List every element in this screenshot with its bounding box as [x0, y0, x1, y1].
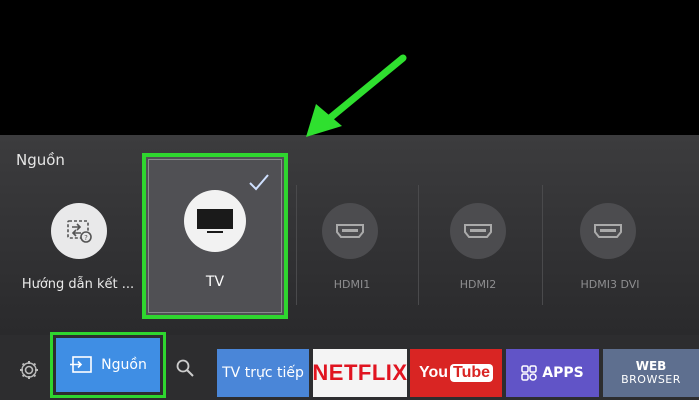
source-label: HDMI1 — [333, 278, 371, 291]
search-button[interactable] — [170, 353, 200, 383]
app-tile-apps[interactable]: APPS — [506, 349, 599, 397]
source-item-hdmi1[interactable]: HDMI1 — [296, 135, 408, 335]
app-label-line1: WEB — [635, 359, 667, 373]
tv-screen-background — [0, 0, 699, 135]
youtube-logo: You Tube — [418, 364, 494, 382]
source-item-tv[interactable]: TV — [142, 153, 288, 319]
app-tile-live-tv[interactable]: TV trực tiếp — [217, 349, 309, 397]
divider — [418, 185, 419, 305]
source-item-connection-guide[interactable]: ? Hướng dẫn kết ... — [14, 135, 142, 335]
hdmi-icon — [580, 203, 636, 259]
settings-button[interactable] — [12, 353, 46, 387]
app-tile-netflix[interactable]: NETFLIX — [312, 349, 408, 397]
source-item-hdmi3-dvi[interactable]: HDMI3 DVI — [550, 135, 670, 335]
source-input-icon — [70, 356, 92, 373]
gear-icon — [20, 361, 38, 379]
app-label: APPS — [542, 365, 584, 381]
netflix-logo: NETFLIX — [312, 360, 408, 385]
app-tile-youtube[interactable]: You Tube — [410, 349, 502, 397]
checkmark-icon — [249, 174, 269, 191]
tv-icon — [184, 190, 246, 252]
source-button-label: Nguồn — [101, 357, 147, 373]
source-button-fill: Nguồn — [56, 338, 160, 392]
source-panel: Nguồn ? Hướng dẫn kết ... HDMI1 HDMI2 HD… — [0, 135, 699, 335]
youtube-logo-you: You — [418, 364, 448, 381]
source-label: Hướng dẫn kết ... — [21, 277, 135, 292]
app-label-line2: BROWSER — [621, 373, 681, 386]
source-label: TV — [205, 274, 225, 290]
hdmi-icon — [322, 203, 378, 259]
divider — [542, 185, 543, 305]
apps-icon — [521, 365, 538, 381]
app-label: TV trực tiếp — [222, 365, 304, 381]
source-item-hdmi2[interactable]: HDMI2 — [420, 135, 536, 335]
source-button[interactable]: Nguồn — [50, 332, 166, 398]
source-label: HDMI2 — [459, 278, 497, 291]
search-icon — [176, 359, 194, 377]
connection-guide-icon: ? — [51, 203, 107, 259]
youtube-logo-tube: Tube — [450, 364, 494, 382]
source-label: HDMI3 DVI — [580, 278, 640, 291]
app-tile-web-browser[interactable]: WEB BROWSER — [603, 349, 699, 397]
svg-text:?: ? — [84, 234, 88, 242]
hdmi-icon — [450, 203, 506, 259]
